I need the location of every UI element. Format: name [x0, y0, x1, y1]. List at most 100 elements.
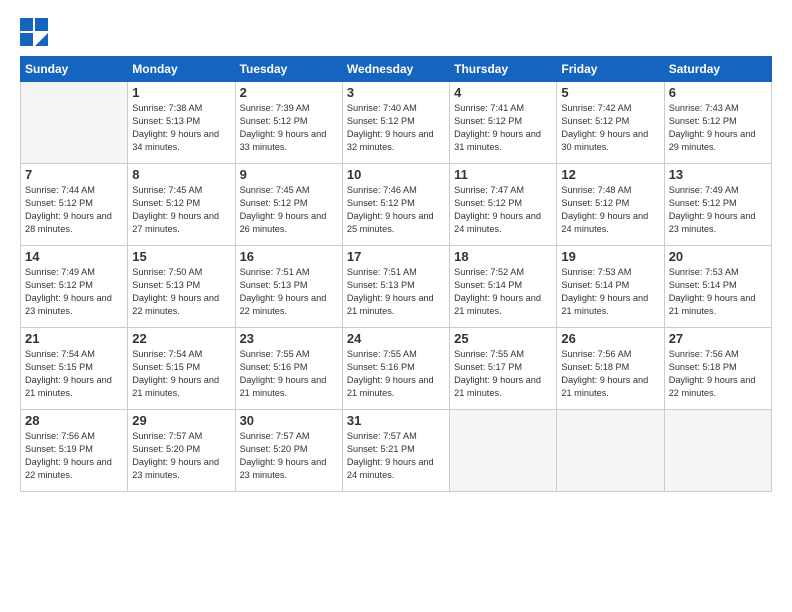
calendar-week-row: 1 Sunrise: 7:38 AMSunset: 5:13 PMDaylight… [21, 82, 772, 164]
day-info: Sunrise: 7:48 AMSunset: 5:12 PMDaylight:… [561, 184, 659, 236]
day-number: 6 [669, 85, 767, 100]
day-number: 27 [669, 331, 767, 346]
calendar-day-cell [21, 82, 128, 164]
day-number: 4 [454, 85, 552, 100]
day-info: Sunrise: 7:56 AMSunset: 5:18 PMDaylight:… [561, 348, 659, 400]
calendar-day-cell: 31Sunrise: 7:57 AMSunset: 5:21 PMDayligh… [342, 410, 449, 492]
day-info: Sunrise: 7:57 AMSunset: 5:20 PMDaylight:… [132, 430, 230, 482]
day-number: 17 [347, 249, 445, 264]
calendar-day-cell: 1 Sunrise: 7:38 AMSunset: 5:13 PMDaylight… [128, 82, 235, 164]
day-number: 8 [132, 167, 230, 182]
day-info: Sunrise: 7:49 AMSunset: 5:12 PMDaylight:… [25, 266, 123, 318]
calendar-day-cell: 17 Sunrise: 7:51 AMSunset: 5:13 PMDayligh… [342, 246, 449, 328]
day-info: Sunrise: 7:39 AMSunset: 5:12 PMDaylight:… [240, 102, 338, 154]
calendar-day-cell: 24 Sunrise: 7:55 AMSunset: 5:16 PMDayligh… [342, 328, 449, 410]
logo [20, 18, 52, 46]
weekday-header: Thursday [450, 57, 557, 82]
calendar-day-cell: 9Sunrise: 7:45 AMSunset: 5:12 PMDaylight… [235, 164, 342, 246]
day-number: 18 [454, 249, 552, 264]
calendar-day-cell: 30Sunrise: 7:57 AMSunset: 5:20 PMDayligh… [235, 410, 342, 492]
day-number: 25 [454, 331, 552, 346]
day-number: 13 [669, 167, 767, 182]
page: SundayMondayTuesdayWednesdayThursdayFrid… [0, 0, 792, 612]
day-info: Sunrise: 7:56 AMSunset: 5:19 PMDaylight:… [25, 430, 123, 482]
day-info: Sunrise: 7:41 AMSunset: 5:12 PMDaylight:… [454, 102, 552, 154]
day-number: 2 [240, 85, 338, 100]
day-number: 7 [25, 167, 123, 182]
day-info: Sunrise: 7:55 AMSunset: 5:16 PMDaylight:… [347, 348, 445, 400]
calendar-day-cell: 11 Sunrise: 7:47 AMSunset: 5:12 PMDayligh… [450, 164, 557, 246]
day-info: Sunrise: 7:57 AMSunset: 5:21 PMDaylight:… [347, 430, 445, 482]
calendar-day-cell: 14Sunrise: 7:49 AMSunset: 5:12 PMDayligh… [21, 246, 128, 328]
day-info: Sunrise: 7:49 AMSunset: 5:12 PMDaylight:… [669, 184, 767, 236]
day-number: 11 [454, 167, 552, 182]
calendar: SundayMondayTuesdayWednesdayThursdayFrid… [20, 56, 772, 492]
day-number: 16 [240, 249, 338, 264]
calendar-day-cell: 8Sunrise: 7:45 AMSunset: 5:12 PMDaylight… [128, 164, 235, 246]
day-number: 3 [347, 85, 445, 100]
weekday-row: SundayMondayTuesdayWednesdayThursdayFrid… [21, 57, 772, 82]
day-info: Sunrise: 7:53 AMSunset: 5:14 PMDaylight:… [669, 266, 767, 318]
day-number: 23 [240, 331, 338, 346]
calendar-week-row: 21 Sunrise: 7:54 AMSunset: 5:15 PMDayligh… [21, 328, 772, 410]
calendar-week-row: 28 Sunrise: 7:56 AMSunset: 5:19 PMDayligh… [21, 410, 772, 492]
weekday-header: Monday [128, 57, 235, 82]
day-info: Sunrise: 7:44 AMSunset: 5:12 PMDaylight:… [25, 184, 123, 236]
calendar-day-cell: 16 Sunrise: 7:51 AMSunset: 5:13 PMDayligh… [235, 246, 342, 328]
day-info: Sunrise: 7:42 AMSunset: 5:12 PMDaylight:… [561, 102, 659, 154]
day-number: 1 [132, 85, 230, 100]
calendar-day-cell [557, 410, 664, 492]
weekday-header: Friday [557, 57, 664, 82]
day-info: Sunrise: 7:51 AMSunset: 5:13 PMDaylight:… [347, 266, 445, 318]
calendar-day-cell: 26 Sunrise: 7:56 AMSunset: 5:18 PMDayligh… [557, 328, 664, 410]
calendar-week-row: 7 Sunrise: 7:44 AMSunset: 5:12 PMDaylight… [21, 164, 772, 246]
weekday-header: Wednesday [342, 57, 449, 82]
day-number: 19 [561, 249, 659, 264]
logo-icon [20, 18, 48, 46]
calendar-header: SundayMondayTuesdayWednesdayThursdayFrid… [21, 57, 772, 82]
day-number: 5 [561, 85, 659, 100]
calendar-day-cell: 10Sunrise: 7:46 AMSunset: 5:12 PMDayligh… [342, 164, 449, 246]
day-info: Sunrise: 7:57 AMSunset: 5:20 PMDaylight:… [240, 430, 338, 482]
day-number: 26 [561, 331, 659, 346]
calendar-day-cell: 2 Sunrise: 7:39 AMSunset: 5:12 PMDaylight… [235, 82, 342, 164]
calendar-day-cell: 25Sunrise: 7:55 AMSunset: 5:17 PMDayligh… [450, 328, 557, 410]
day-info: Sunrise: 7:53 AMSunset: 5:14 PMDaylight:… [561, 266, 659, 318]
day-number: 20 [669, 249, 767, 264]
calendar-day-cell: 28 Sunrise: 7:56 AMSunset: 5:19 PMDayligh… [21, 410, 128, 492]
calendar-day-cell [450, 410, 557, 492]
day-info: Sunrise: 7:40 AMSunset: 5:12 PMDaylight:… [347, 102, 445, 154]
calendar-day-cell: 22Sunrise: 7:54 AMSunset: 5:15 PMDayligh… [128, 328, 235, 410]
calendar-day-cell: 29 Sunrise: 7:57 AMSunset: 5:20 PMDayligh… [128, 410, 235, 492]
calendar-day-cell: 18Sunrise: 7:52 AMSunset: 5:14 PMDayligh… [450, 246, 557, 328]
day-info: Sunrise: 7:50 AMSunset: 5:13 PMDaylight:… [132, 266, 230, 318]
day-info: Sunrise: 7:55 AMSunset: 5:16 PMDaylight:… [240, 348, 338, 400]
calendar-day-cell: 23 Sunrise: 7:55 AMSunset: 5:16 PMDayligh… [235, 328, 342, 410]
calendar-day-cell [664, 410, 771, 492]
calendar-day-cell: 15Sunrise: 7:50 AMSunset: 5:13 PMDayligh… [128, 246, 235, 328]
weekday-header: Sunday [21, 57, 128, 82]
calendar-day-cell: 3 Sunrise: 7:40 AMSunset: 5:12 PMDaylight… [342, 82, 449, 164]
calendar-body: 1 Sunrise: 7:38 AMSunset: 5:13 PMDaylight… [21, 82, 772, 492]
day-number: 28 [25, 413, 123, 428]
day-number: 22 [132, 331, 230, 346]
calendar-day-cell: 13 Sunrise: 7:49 AMSunset: 5:12 PMDayligh… [664, 164, 771, 246]
day-number: 21 [25, 331, 123, 346]
calendar-day-cell: 20 Sunrise: 7:53 AMSunset: 5:14 PMDayligh… [664, 246, 771, 328]
day-info: Sunrise: 7:43 AMSunset: 5:12 PMDaylight:… [669, 102, 767, 154]
calendar-day-cell: 4 Sunrise: 7:41 AMSunset: 5:12 PMDaylight… [450, 82, 557, 164]
day-info: Sunrise: 7:56 AMSunset: 5:18 PMDaylight:… [669, 348, 767, 400]
calendar-day-cell: 6 Sunrise: 7:43 AMSunset: 5:12 PMDaylight… [664, 82, 771, 164]
weekday-header: Tuesday [235, 57, 342, 82]
weekday-header: Saturday [664, 57, 771, 82]
day-info: Sunrise: 7:54 AMSunset: 5:15 PMDaylight:… [25, 348, 123, 400]
calendar-day-cell: 27 Sunrise: 7:56 AMSunset: 5:18 PMDayligh… [664, 328, 771, 410]
day-info: Sunrise: 7:47 AMSunset: 5:12 PMDaylight:… [454, 184, 552, 236]
day-info: Sunrise: 7:38 AMSunset: 5:13 PMDaylight:… [132, 102, 230, 154]
day-info: Sunrise: 7:51 AMSunset: 5:13 PMDaylight:… [240, 266, 338, 318]
day-info: Sunrise: 7:46 AMSunset: 5:12 PMDaylight:… [347, 184, 445, 236]
calendar-day-cell: 19 Sunrise: 7:53 AMSunset: 5:14 PMDayligh… [557, 246, 664, 328]
calendar-day-cell: 12Sunrise: 7:48 AMSunset: 5:12 PMDayligh… [557, 164, 664, 246]
day-number: 29 [132, 413, 230, 428]
day-number: 24 [347, 331, 445, 346]
